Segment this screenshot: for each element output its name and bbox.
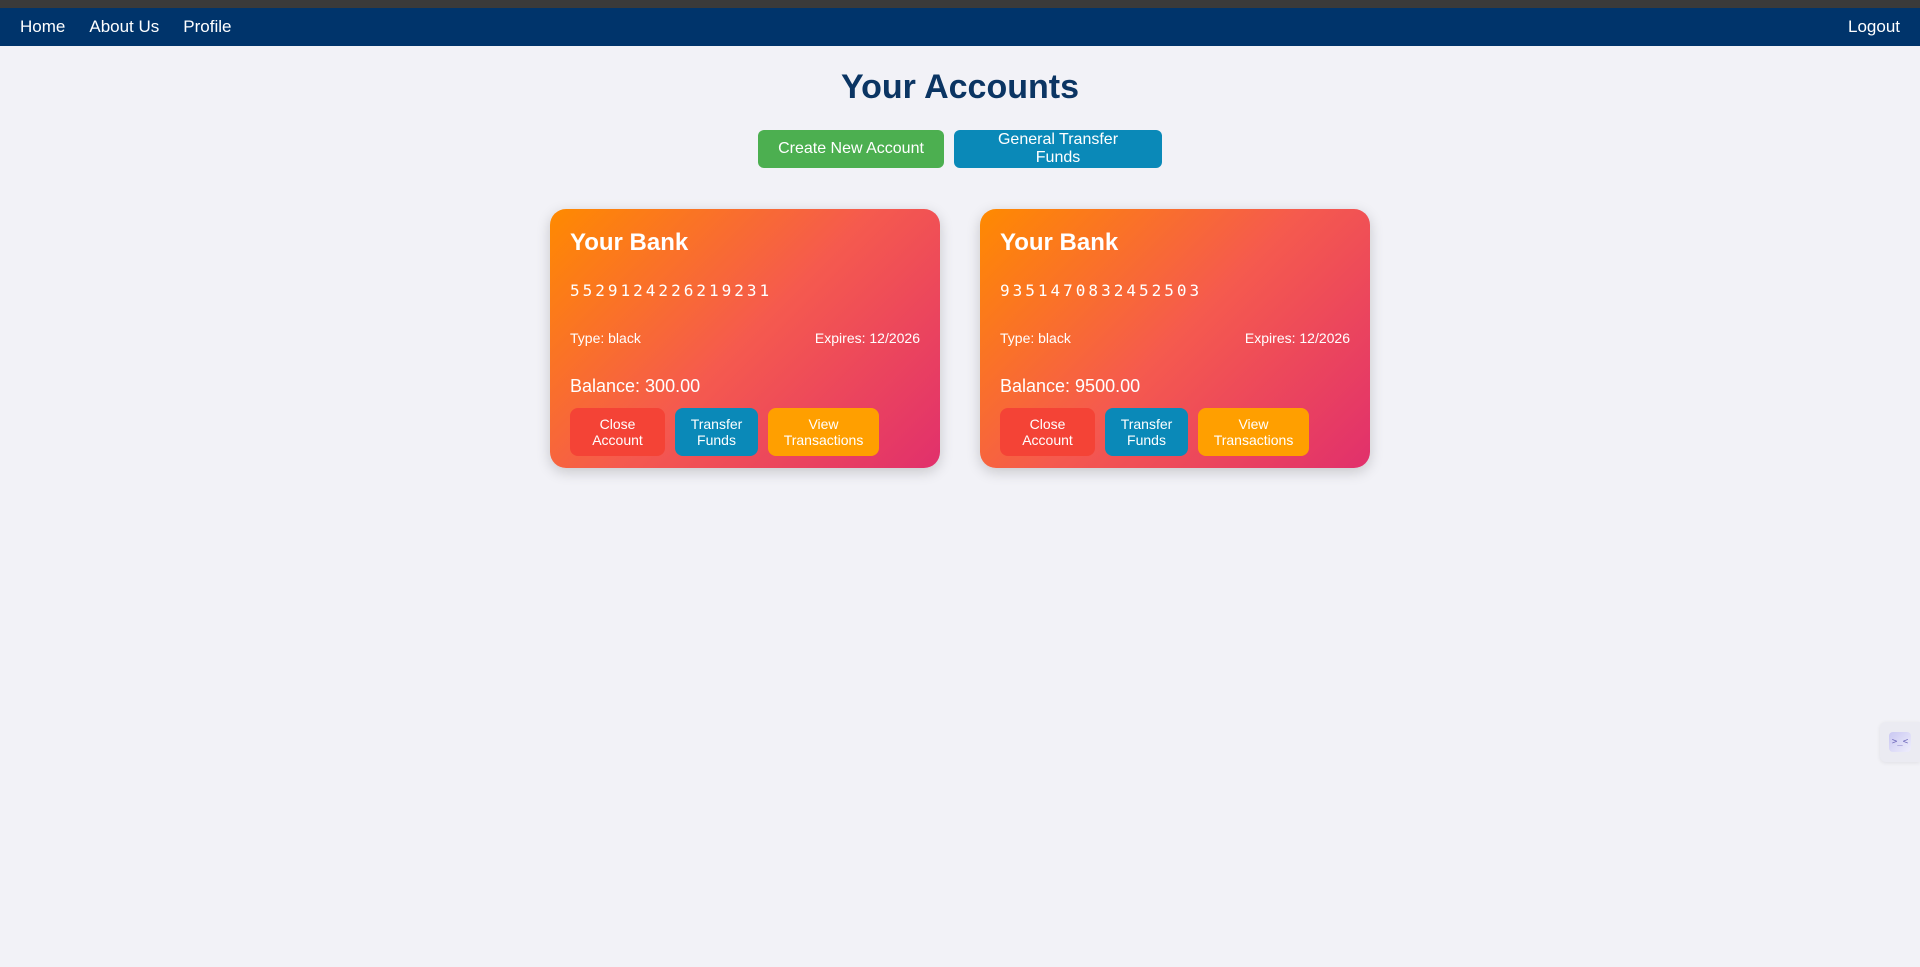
account-actions: Create New Account General Transfer Fund…: [0, 130, 1920, 168]
transfer-funds-button[interactable]: Transfer Funds: [675, 408, 758, 456]
card-expiry: Expires: 12/2026: [814, 330, 920, 346]
card-number: 9351470832452503: [1000, 281, 1203, 300]
card-type: Type: black: [570, 330, 641, 346]
account-balance: Balance: 9500.00: [1000, 376, 1141, 396]
bank-name: Your Bank: [1000, 229, 1119, 256]
nav-links: Home About Us Profile: [20, 17, 231, 37]
close-account-button[interactable]: Close Account: [1000, 408, 1095, 456]
card-meta: Type: black Expires: 12/2026: [570, 329, 920, 347]
general-transfer-funds-button[interactable]: General Transfer Funds: [954, 130, 1162, 168]
account-card: Your Bank 9351470832452503 Type: black E…: [980, 209, 1370, 468]
side-widget-button[interactable]: >_<: [1880, 722, 1920, 762]
logout-link[interactable]: Logout: [1848, 17, 1900, 37]
nav-link-home[interactable]: Home: [20, 17, 65, 37]
nav-link-profile[interactable]: Profile: [183, 17, 231, 37]
nav-link-about-us[interactable]: About Us: [89, 17, 159, 37]
transfer-funds-button[interactable]: Transfer Funds: [1105, 408, 1188, 456]
card-type: Type: black: [1000, 330, 1071, 346]
page-title: Your Accounts: [840, 68, 1080, 106]
bank-name: Your Bank: [570, 229, 689, 256]
account-card: Your Bank 5529124226219231 Type: black E…: [550, 209, 940, 468]
account-balance: Balance: 300.00: [570, 376, 701, 396]
browser-top-strip: [0, 0, 1920, 8]
view-transactions-button[interactable]: View Transactions: [1198, 408, 1309, 456]
account-cards: Your Bank 5529124226219231 Type: black E…: [0, 209, 1920, 468]
navbar: Home About Us Profile Logout: [0, 8, 1920, 46]
card-meta: Type: black Expires: 12/2026: [1000, 329, 1350, 347]
card-expiry: Expires: 12/2026: [1244, 330, 1350, 346]
card-actions: Close Account Transfer Funds View Transa…: [1000, 408, 1350, 456]
create-new-account-button[interactable]: Create New Account: [758, 130, 944, 168]
card-number: 5529124226219231: [570, 281, 773, 300]
card-actions: Close Account Transfer Funds View Transa…: [570, 408, 920, 456]
close-account-button[interactable]: Close Account: [570, 408, 665, 456]
view-transactions-button[interactable]: View Transactions: [768, 408, 879, 456]
terminal-widget-icon: >_<: [1889, 732, 1911, 752]
